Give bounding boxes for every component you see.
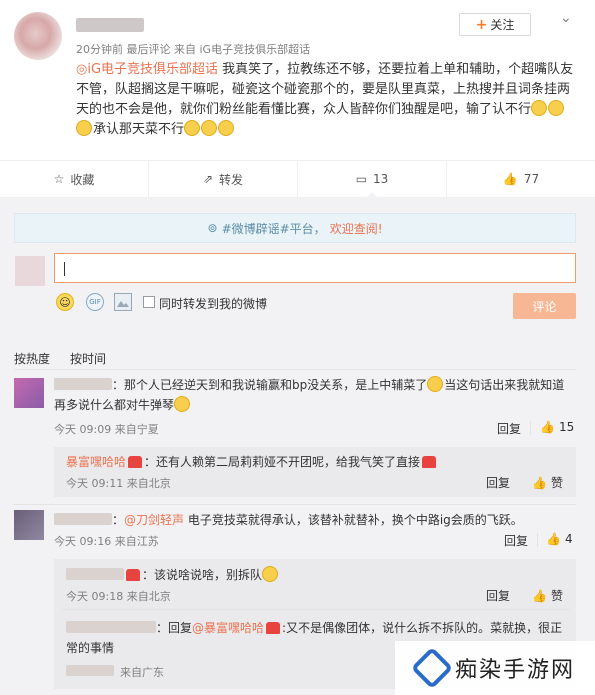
collect-label: 收藏 xyxy=(70,172,95,187)
reply-user-blurred[interactable] xyxy=(66,621,156,633)
comment-meta: 今天 09:16 来自江苏 xyxy=(54,535,159,548)
commenter-avatar[interactable] xyxy=(14,378,44,408)
reply-meta: 今天 09:11 来自北京 xyxy=(66,477,171,490)
reply-button[interactable]: 回复 xyxy=(486,587,510,604)
collect-button[interactable]: ☆ 收藏 xyxy=(0,161,149,197)
comment-like-button[interactable]: 👍 15 xyxy=(540,420,574,434)
thumbs-up-icon: 👍 xyxy=(532,588,547,603)
sort-by-hot[interactable]: 按热度 xyxy=(14,350,50,367)
thumbs-up-icon: 👍 xyxy=(502,172,518,186)
comment-meta: 今天 09:09 来自宁夏 xyxy=(54,423,159,436)
star-icon: ☆ xyxy=(53,172,65,186)
emoji-icon xyxy=(174,396,191,412)
watermark-logo-icon xyxy=(410,646,454,690)
supertopic-link[interactable]: ◎iG电子竞技俱乐部超话 xyxy=(76,62,218,77)
post-text-tail: 承认那天菜不行 xyxy=(93,122,185,137)
sort-by-time[interactable]: 按时间 xyxy=(70,350,106,367)
thumbs-up-icon: 👍 xyxy=(532,475,547,490)
site-watermark: 痴染手游网 xyxy=(395,641,595,695)
info-icon: ⊚ xyxy=(207,221,218,235)
follow-button[interactable]: + 关注 xyxy=(459,13,531,36)
post-meta: 20分钟前 最后评论 来自 iG电子竞技俱乐部超话 xyxy=(76,43,311,56)
mention-link[interactable]: @暴富嘿哈哈 xyxy=(192,621,264,635)
chevron-down-icon[interactable]: ⌄ xyxy=(560,10,572,26)
comment-like-button[interactable]: 👍 4 xyxy=(546,532,573,546)
reply-text: 暴富嘿哈哈 ：还有人赖第二局莉莉娅不开团呢，给我气笑了直接 xyxy=(66,452,571,472)
reply-like-label: 赞 xyxy=(550,476,563,490)
plus-icon: + xyxy=(475,16,488,33)
emoji-icon xyxy=(201,120,218,136)
emoji-icon xyxy=(531,100,548,116)
image-icon[interactable] xyxy=(114,293,132,311)
comment-input[interactable] xyxy=(54,253,576,283)
forward-label: 转发 xyxy=(219,172,244,187)
emoji-icon xyxy=(548,100,565,116)
thumbs-up-icon: 👍 xyxy=(546,532,561,546)
forward-icon: ⇗ xyxy=(202,172,214,186)
divider xyxy=(14,369,576,370)
like-count: 77 xyxy=(523,172,540,186)
emoji-icon xyxy=(76,120,92,136)
notice-link[interactable]: 欢迎查阅! xyxy=(330,220,383,237)
forward-checkbox-label: 同时转发到我的微博 xyxy=(159,297,268,311)
divider xyxy=(530,421,531,435)
watermark-text: 痴染手游网 xyxy=(455,658,576,683)
follow-label: 关注 xyxy=(490,18,515,32)
emoji-icon xyxy=(262,566,279,582)
comment-text: ：那个人已经逆天到和我说输赢和bp没关系，是上中辅菜了 当这句话出来我就知道再多说… xyxy=(54,376,565,412)
reply-user-blurred[interactable] xyxy=(66,568,124,580)
comment-item: ：那个人已经逆天到和我说输赢和bp没关系，是上中辅菜了 当这句话出来我就知道再多说… xyxy=(54,375,576,415)
reply-meta: 来自广东 xyxy=(120,666,164,679)
like-button[interactable]: 👍 77 xyxy=(447,161,595,197)
my-avatar xyxy=(15,256,45,286)
mention-link[interactable]: @刀剑轻声 xyxy=(124,513,184,527)
post-body: ◎iG电子竞技俱乐部超话 我真笑了，拉教练还不够，还要拉着上单和辅助，个超嘴队友… xyxy=(76,60,576,140)
divider xyxy=(62,609,570,610)
vip-badge-icon xyxy=(266,622,281,634)
post-action-bar: ☆ 收藏 ⇗ 转发 ▭ 13 👍 77 xyxy=(0,160,595,198)
author-name-blurred[interactable] xyxy=(76,18,144,32)
thumbs-up-icon: 👍 xyxy=(540,420,555,434)
reply-date-blurred xyxy=(66,665,114,676)
reply-text: ：该说啥说啥，别拆队 xyxy=(66,565,571,585)
reply-user[interactable]: 暴富嘿哈哈 xyxy=(66,455,126,469)
reply-button[interactable]: 回复 xyxy=(497,420,521,437)
divider xyxy=(537,533,538,547)
author-avatar[interactable] xyxy=(14,12,62,60)
comment-icon: ▭ xyxy=(355,172,368,186)
notice-prefix: #微博辟谣#平台， xyxy=(221,221,326,236)
emoji-icon xyxy=(184,120,201,136)
reply-meta: 今天 09:18 来自北京 xyxy=(66,590,171,603)
vip-badge-icon xyxy=(126,569,140,581)
reply-button[interactable]: 回复 xyxy=(504,532,528,549)
commenter-avatar[interactable] xyxy=(14,510,44,540)
reply-like-button[interactable]: 👍 赞 xyxy=(532,587,563,604)
emoji-icon xyxy=(218,120,235,136)
commenter-name-blurred[interactable] xyxy=(54,378,112,390)
emoji-icon xyxy=(422,456,437,468)
forward-checkbox[interactable] xyxy=(143,296,155,308)
divider xyxy=(14,504,576,505)
submit-comment-button[interactable]: 评论 xyxy=(513,293,576,319)
reply-like-button[interactable]: 👍 赞 xyxy=(532,474,563,491)
comment-count: 13 xyxy=(373,172,389,186)
forward-button[interactable]: ⇗ 转发 xyxy=(149,161,298,197)
commenter-name-blurred[interactable] xyxy=(54,513,112,525)
reply-like-label: 赞 xyxy=(550,589,563,603)
comment-like-count: 4 xyxy=(564,532,573,546)
emoji-icon xyxy=(427,376,444,392)
rumor-notice-banner[interactable]: ⊚ #微博辟谣#平台， 欢迎查阅! xyxy=(14,213,576,243)
reply-button[interactable]: 回复 xyxy=(486,474,510,491)
comment-text: ：@刀剑轻声 电子竞技菜就得承认，该替补就替补，换个中路ig会质的飞跃。 xyxy=(54,510,576,530)
vip-badge-icon xyxy=(128,456,143,468)
comment-like-count: 15 xyxy=(558,420,575,434)
gif-icon[interactable]: GIF xyxy=(86,293,104,311)
comment-button[interactable]: ▭ 13 xyxy=(298,161,447,198)
smile-emoji-icon[interactable]: ☺ xyxy=(56,293,74,311)
